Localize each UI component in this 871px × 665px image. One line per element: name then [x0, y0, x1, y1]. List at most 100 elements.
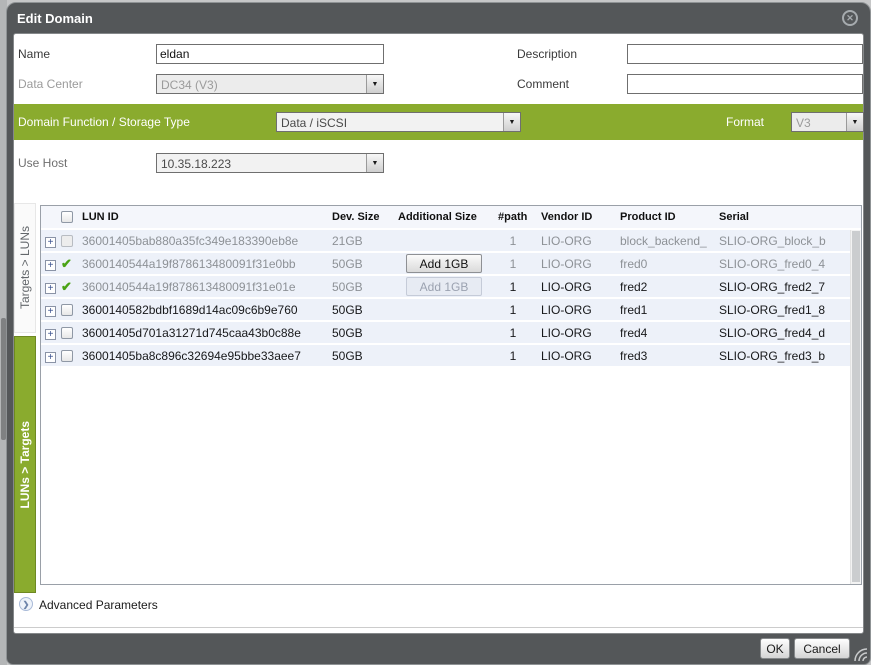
path-cell: 1 — [491, 349, 535, 363]
data-center-select[interactable]: DC34 (V3) ▼ — [156, 74, 384, 94]
dialog-title: Edit Domain — [17, 11, 93, 26]
column-header-path: #path — [491, 211, 535, 223]
row-checkbox[interactable] — [61, 235, 73, 247]
description-input[interactable] — [627, 44, 863, 64]
product-cell: fred3 — [615, 349, 715, 363]
column-header-serial: Serial — [715, 211, 861, 223]
format-select[interactable]: V3 ▼ — [791, 112, 864, 132]
chevron-down-icon: ▼ — [503, 113, 520, 131]
cancel-button[interactable]: Cancel — [794, 638, 850, 659]
dev-size-cell: 50GB — [328, 326, 398, 340]
vendor-cell: LIO-ORG — [535, 349, 615, 363]
vendor-cell: LIO-ORG — [535, 326, 615, 340]
add-1gb-button[interactable]: Add 1GB — [406, 254, 482, 273]
edit-domain-dialog: Edit Domain ✕ Name Description Data Cent… — [6, 2, 871, 665]
comment-label: Comment — [517, 77, 569, 91]
row-checkbox[interactable] — [61, 327, 73, 339]
name-label: Name — [18, 47, 50, 61]
chevron-down-icon: ▼ — [366, 154, 383, 172]
vendor-cell: LIO-ORG — [535, 257, 615, 271]
table-row[interactable]: + 36001405ba8c896c32694e95bbe33aee7 50GB… — [41, 345, 861, 368]
close-icon[interactable]: ✕ — [842, 10, 858, 26]
vendor-cell: LIO-ORG — [535, 303, 615, 317]
serial-cell: SLIO-ORG_fred1_8 — [715, 303, 861, 317]
row-checkbox[interactable] — [61, 350, 73, 362]
advanced-parameters-expander[interactable]: Advanced Parameters — [39, 598, 158, 612]
path-cell: 1 — [491, 303, 535, 317]
footer-divider — [14, 627, 863, 628]
comment-input[interactable] — [627, 74, 863, 94]
table-scrollbar-thumb[interactable] — [852, 231, 860, 582]
product-cell: fred4 — [615, 326, 715, 340]
table-row[interactable]: + 36001405bab880a35fc349e183390eb8e 21GB… — [41, 230, 861, 253]
expand-row-icon[interactable]: + — [45, 329, 56, 340]
format-label: Format — [726, 115, 764, 129]
table-row[interactable]: + 3600140582bdbf1689d14ac09c6b9e760 50GB… — [41, 299, 861, 322]
chevron-down-icon: ▼ — [846, 113, 863, 131]
serial-cell: SLIO-ORG_fred0_4 — [715, 257, 861, 271]
table-header-row: LUN ID Dev. Size Additional Size #path V… — [41, 206, 861, 230]
table-row[interactable]: + ✔ 3600140544a19f878613480091f31e0bb 50… — [41, 253, 861, 276]
lun-id-cell: 3600140544a19f878613480091f31e01e — [79, 280, 328, 294]
name-input[interactable] — [156, 44, 384, 64]
column-header-vendor-id: Vendor ID — [535, 211, 615, 223]
serial-cell: SLIO-ORG_fred3_b — [715, 349, 861, 363]
table-row[interactable]: + ✔ 3600140544a19f878613480091f31e01e 50… — [41, 276, 861, 299]
row-checkbox[interactable] — [61, 304, 73, 316]
path-cell: 1 — [491, 326, 535, 340]
vendor-cell: LIO-ORG — [535, 234, 615, 248]
add-1gb-button-disabled: Add 1GB — [406, 277, 482, 296]
vendor-cell: LIO-ORG — [535, 280, 615, 294]
table-row[interactable]: + 36001405d701a31271d745caa43b0c88e 50GB… — [41, 322, 861, 345]
dev-size-cell: 21GB — [328, 234, 398, 248]
path-cell: 1 — [491, 234, 535, 248]
lun-table: LUN ID Dev. Size Additional Size #path V… — [40, 205, 862, 585]
advanced-parameters-chevron-icon[interactable]: ❯ — [19, 597, 33, 611]
path-cell: 1 — [491, 280, 535, 294]
resize-grip-icon[interactable] — [852, 646, 867, 661]
storage-type-select[interactable]: Data / iSCSI ▼ — [276, 112, 521, 132]
column-header-product-id: Product ID — [615, 211, 715, 223]
lun-id-cell: 36001405ba8c896c32694e95bbe33aee7 — [79, 349, 328, 363]
lun-id-cell: 36001405bab880a35fc349e183390eb8e — [79, 234, 328, 248]
serial-cell: SLIO-ORG_block_b — [715, 234, 861, 248]
dev-size-cell: 50GB — [328, 303, 398, 317]
use-host-select[interactable]: 10.35.18.223 ▼ — [156, 153, 384, 173]
tab-luns-targets[interactable]: LUNs > Targets — [14, 336, 36, 593]
serial-cell: SLIO-ORG_fred2_7 — [715, 280, 861, 294]
product-cell: fred2 — [615, 280, 715, 294]
storage-type-band: Domain Function / Storage Type Data / iS… — [14, 104, 863, 140]
dev-size-cell: 50GB — [328, 257, 398, 271]
column-header-additional-size: Additional Size — [398, 211, 491, 223]
ok-button[interactable]: OK — [760, 638, 790, 659]
dev-size-cell: 50GB — [328, 349, 398, 363]
table-scrollbar[interactable] — [850, 230, 861, 584]
column-header-dev-size: Dev. Size — [328, 211, 398, 223]
product-cell: fred1 — [615, 303, 715, 317]
included-check-icon: ✔ — [61, 256, 72, 271]
path-cell: 1 — [491, 257, 535, 271]
expand-row-icon[interactable]: + — [45, 260, 56, 271]
product-cell: fred0 — [615, 257, 715, 271]
use-host-label: Use Host — [18, 156, 67, 170]
storage-type-label: Domain Function / Storage Type — [18, 115, 190, 129]
dev-size-cell: 50GB — [328, 280, 398, 294]
column-header-lun-id: LUN ID — [79, 211, 328, 223]
dialog-content: Name Description Data Center DC34 (V3) ▼… — [13, 33, 864, 634]
chevron-down-icon: ▼ — [366, 75, 383, 93]
lun-id-cell: 3600140582bdbf1689d14ac09c6b9e760 — [79, 303, 328, 317]
lun-id-cell: 36001405d701a31271d745caa43b0c88e — [79, 326, 328, 340]
select-all-checkbox[interactable] — [61, 211, 73, 223]
page-background: Edit Domain ✕ Name Description Data Cent… — [0, 0, 871, 665]
included-check-icon: ✔ — [61, 279, 72, 294]
tab-targets-luns[interactable]: Targets > LUNs — [14, 203, 36, 333]
data-center-label: Data Center — [18, 77, 83, 91]
lun-id-cell: 3600140544a19f878613480091f31e0bb — [79, 257, 328, 271]
serial-cell: SLIO-ORG_fred4_d — [715, 326, 861, 340]
description-label: Description — [517, 47, 577, 61]
expand-row-icon[interactable]: + — [45, 352, 56, 363]
expand-row-icon[interactable]: + — [45, 283, 56, 294]
expand-row-icon[interactable]: + — [45, 306, 56, 317]
expand-row-icon[interactable]: + — [45, 237, 56, 248]
product-cell: block_backend_ — [615, 234, 715, 248]
